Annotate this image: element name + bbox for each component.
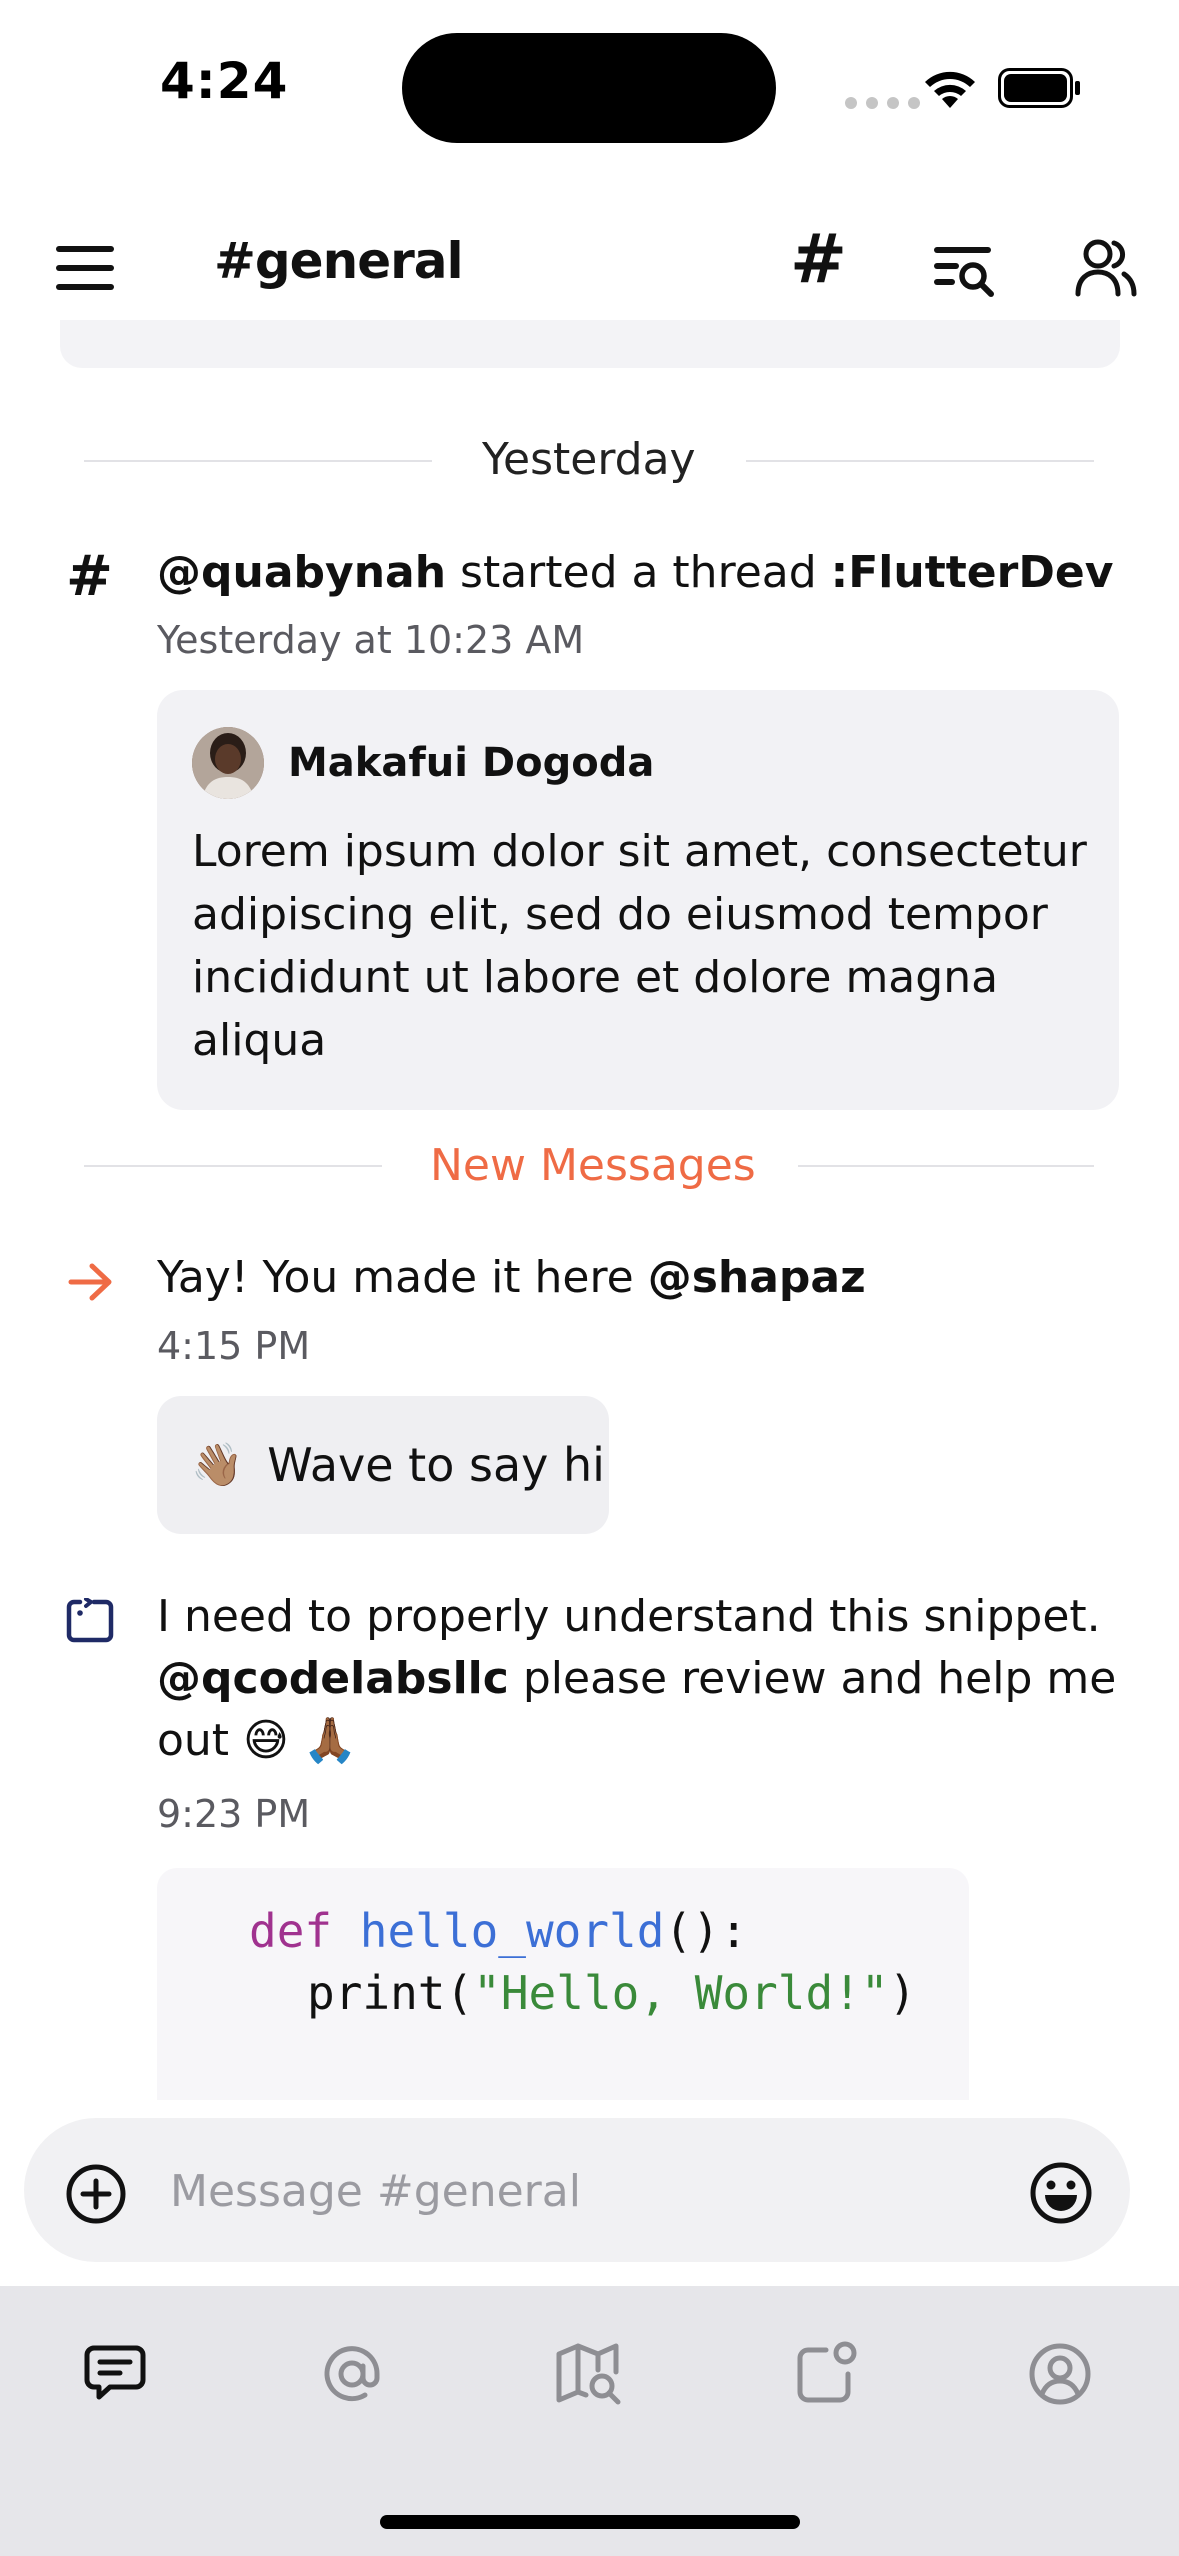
message-time: 4:15 PM [157,1324,311,1368]
message-time: 9:23 PM [157,1792,311,1836]
avatar [192,727,264,799]
mentions-icon[interactable] [320,2342,384,2406]
quote-text: Lorem ipsum dolor sit amet, consectetur … [192,826,1087,1066]
search-list-icon[interactable] [934,244,996,298]
snippet-message-text: I need to properly understand this snipp… [157,1591,1117,1766]
home-indicator [380,2515,800,2529]
dynamic-island [402,33,776,143]
wifi-icon [925,71,975,108]
divider-line [84,460,432,462]
message-time: Yesterday at 10:23 AM [157,618,585,662]
divider-line [798,1165,1094,1167]
thread-name-link[interactable]: :FlutterDev [831,547,1114,598]
chat-icon[interactable] [84,2344,146,2402]
hash-icon: # [66,544,113,609]
menu-icon[interactable] [56,246,114,290]
cellular-icon [845,97,920,109]
status-time: 4:24 [160,52,289,110]
mention-link[interactable]: @shapaz [648,1252,866,1303]
emoji-icon[interactable] [1028,2160,1094,2226]
mention-link[interactable]: @qcodelabsllc [157,1653,509,1704]
code-snippet[interactable]: def hello_world(): print("Hello, World!"… [157,1868,969,2100]
channel-hash-icon[interactable]: # [790,226,847,294]
mention-link[interactable]: @quabynah [157,547,446,598]
date-divider: Yesterday [482,434,696,485]
wave-emoji: 👋🏽 [191,1440,244,1489]
battery-icon [998,68,1080,108]
members-icon[interactable] [1074,236,1138,300]
profile-icon[interactable] [1028,2342,1092,2406]
quote-author: Makafui Dogoda [288,740,655,786]
divider-line [84,1165,382,1167]
wave-button[interactable]: 👋🏽 Wave to say hi [157,1396,609,1534]
message-input[interactable] [168,2160,992,2222]
discover-map-icon[interactable] [556,2342,622,2406]
add-circle-icon[interactable] [64,2162,128,2226]
join-message-text: Yay! You made it here @shapaz [157,1252,866,1303]
page-title: #general [214,232,464,290]
previous-message-card [60,320,1120,368]
arrow-right-icon [68,1263,112,1301]
snippet-icon [66,1598,114,1643]
new-messages-divider: New Messages [430,1140,756,1191]
thread-message-text: @quabynah started a thread :FlutterDev [157,547,1114,598]
notifications-icon[interactable] [796,2340,858,2404]
wave-label: Wave to say hi [267,1438,605,1492]
divider-line [746,460,1094,462]
